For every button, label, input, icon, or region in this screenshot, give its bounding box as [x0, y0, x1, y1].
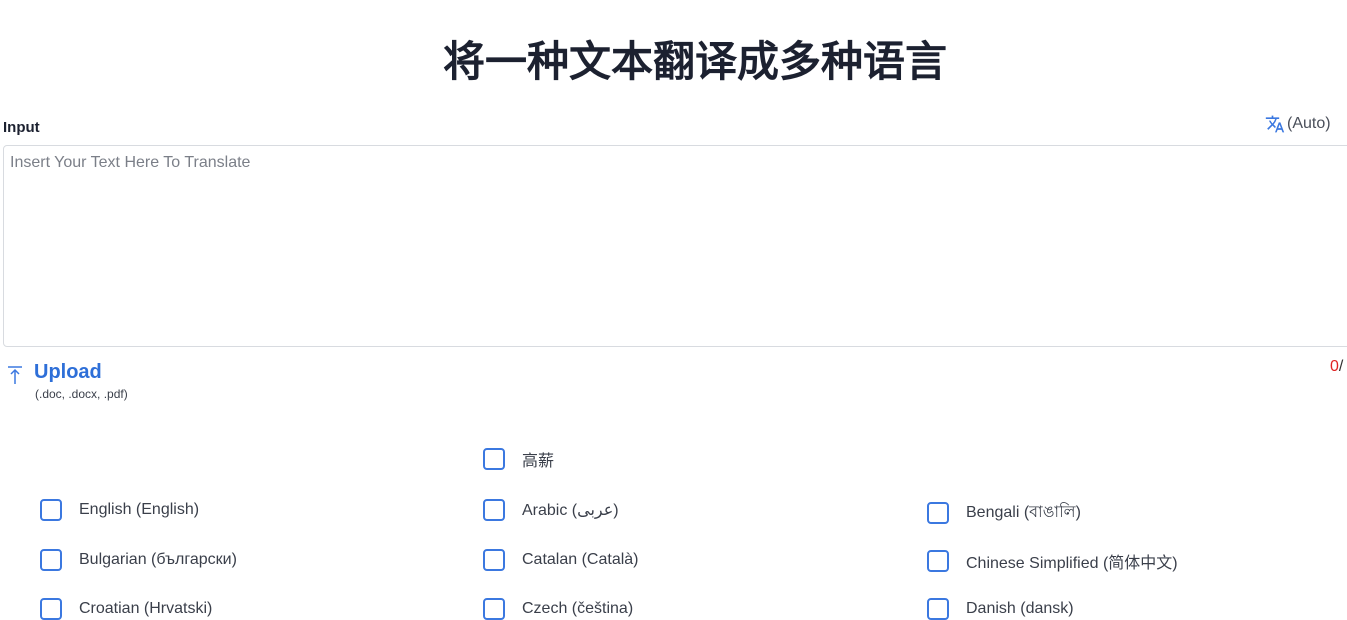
language-label: Arabic (عربى) [522, 502, 619, 519]
auto-detect-label: (Auto) [1287, 115, 1331, 132]
upload-button[interactable]: Upload [6, 360, 102, 386]
language-option-english[interactable]: English (English) [40, 499, 199, 521]
checkbox[interactable] [483, 549, 505, 571]
character-count: 0 [1330, 358, 1339, 375]
language-label: 高薪 [522, 453, 555, 470]
upload-icon [8, 366, 22, 384]
language-option-top[interactable]: 高薪 [483, 447, 554, 471]
language-label: Bengali (বাঙালি) [966, 504, 1081, 521]
checkbox[interactable] [40, 499, 62, 521]
language-option-chinese-simplified[interactable]: Chinese Simplified (简体中文) [927, 549, 1178, 573]
input-label: Input [3, 119, 40, 136]
upload-file-types-hint: (.doc, .docx, .pdf) [35, 387, 128, 401]
language-label: Czech (čeština) [522, 600, 634, 617]
language-label: Catalan (Català) [522, 551, 639, 568]
language-option-bulgarian[interactable]: Bulgarian (български) [40, 549, 237, 571]
language-label: Bulgarian (български) [79, 551, 237, 568]
translate-icon [1265, 115, 1285, 133]
text-input[interactable] [3, 145, 1347, 347]
auto-detect-language-button[interactable]: (Auto) [1265, 114, 1331, 134]
language-label: English (English) [79, 501, 200, 518]
checkbox[interactable] [927, 501, 949, 524]
character-counter: 0/ [1330, 358, 1343, 376]
language-option-arabic[interactable]: Arabic (عربى) [483, 499, 619, 521]
language-option-bengali[interactable]: Bengali (বাঙালি) [927, 499, 1081, 526]
language-label: Chinese Simplified (简体中文) [966, 555, 1178, 572]
page-title: 将一种文本翻译成多种语言 [442, 37, 947, 86]
character-counter-separator: / [1338, 358, 1344, 375]
language-option-catalan[interactable]: Catalan (Català) [483, 549, 639, 571]
checkbox[interactable] [483, 448, 505, 470]
language-label: Croatian (Hrvatski) [79, 600, 213, 617]
checkbox[interactable] [927, 550, 949, 572]
checkbox[interactable] [40, 549, 62, 571]
upload-label: Upload [34, 361, 102, 383]
checkbox[interactable] [483, 499, 505, 521]
language-label: Danish (dansk) [966, 600, 1074, 617]
